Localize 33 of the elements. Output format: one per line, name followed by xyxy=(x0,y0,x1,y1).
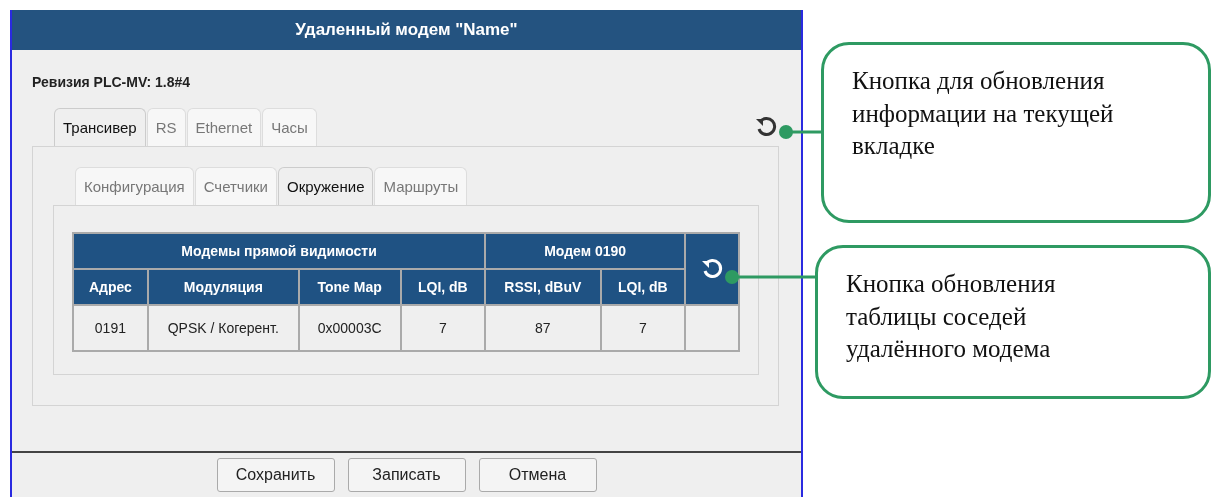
refresh-icon xyxy=(701,258,724,280)
tab[interactable]: Конфигурация xyxy=(75,167,194,205)
callout-text: Кнопка обновления таблицы соседей удалённого модема xyxy=(846,270,1056,362)
revision-label: Ревизия PLC-MV: 1.8#4 xyxy=(32,74,192,90)
table-cell: QPSK / Когерент. xyxy=(147,305,299,351)
window-title: Удаленный модем "Name" xyxy=(12,10,801,50)
callout-text: Кнопка для обновления информации на текущей вкладке xyxy=(852,67,1114,159)
column-header: LQI, dB xyxy=(600,269,686,305)
column-header: Модуляция xyxy=(147,269,299,305)
tab[interactable]: Трансивер xyxy=(54,108,146,146)
column-header: RSSI, dBuV xyxy=(485,269,601,305)
tab[interactable]: Часы xyxy=(262,108,317,146)
column-header: Tone Map xyxy=(298,269,401,305)
tab[interactable]: Окружение xyxy=(278,167,374,205)
table-cell: 87 xyxy=(485,305,601,351)
refresh-icon xyxy=(755,116,777,138)
refresh-button[interactable] xyxy=(701,258,724,280)
table-cell: 7 xyxy=(600,305,686,351)
dialog-button[interactable]: Записать xyxy=(347,458,466,492)
table-cell: 0191 xyxy=(73,305,148,351)
group-header: Модем 0190 xyxy=(485,233,686,269)
tab[interactable]: Счетчики xyxy=(194,167,277,205)
tab[interactable]: RS xyxy=(146,108,186,146)
dialog-button[interactable]: Сохранить xyxy=(216,458,335,492)
tab[interactable]: Ethernet xyxy=(186,108,262,146)
column-header: Адрес xyxy=(73,269,148,305)
column-header: LQI, dB xyxy=(400,269,486,305)
table-cell: 0x00003C xyxy=(298,305,401,351)
refresh-button[interactable] xyxy=(755,116,777,138)
dialog-button[interactable]: Отмена xyxy=(478,458,597,492)
tab[interactable]: Маршруты xyxy=(374,167,468,205)
table-cell: 7 xyxy=(400,305,486,351)
group-header: Модемы прямой видимости xyxy=(73,233,486,269)
